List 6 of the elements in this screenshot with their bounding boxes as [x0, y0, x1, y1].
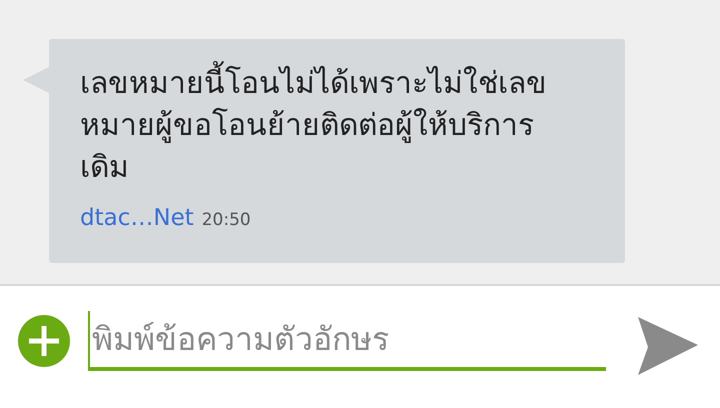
- sender-name: dtac…Net: [80, 205, 194, 231]
- message-input[interactable]: พิมพ์ข้อความตัวอักษร: [88, 311, 606, 371]
- send-icon[interactable]: [636, 317, 698, 375]
- message-time: 20:50: [202, 210, 251, 230]
- add-icon[interactable]: [18, 315, 70, 367]
- message-text: เลขหมายนี้โอนไม่ได้เพราะไม่ใช่เลขหมายผู้ขอโอนย้ายติดต่อผู้ให้บริการเดิม: [80, 63, 550, 189]
